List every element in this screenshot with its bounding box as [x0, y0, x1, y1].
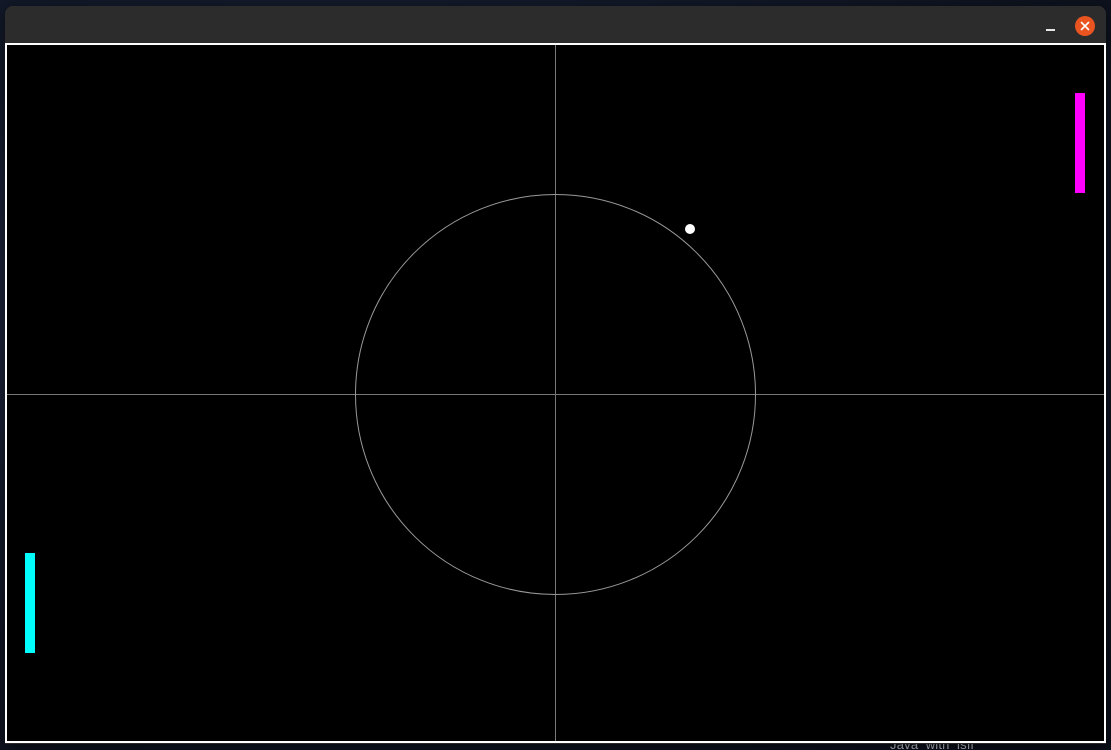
game-canvas[interactable] [5, 43, 1106, 743]
close-icon [1080, 21, 1090, 31]
close-button[interactable] [1075, 16, 1095, 36]
game-field [7, 45, 1104, 741]
left-paddle [25, 553, 35, 653]
minimize-icon [1046, 29, 1055, 31]
ball [685, 224, 695, 234]
right-paddle [1075, 93, 1085, 193]
game-window [5, 6, 1106, 744]
minimize-button[interactable] [1039, 16, 1061, 38]
title-bar[interactable] [5, 6, 1106, 44]
